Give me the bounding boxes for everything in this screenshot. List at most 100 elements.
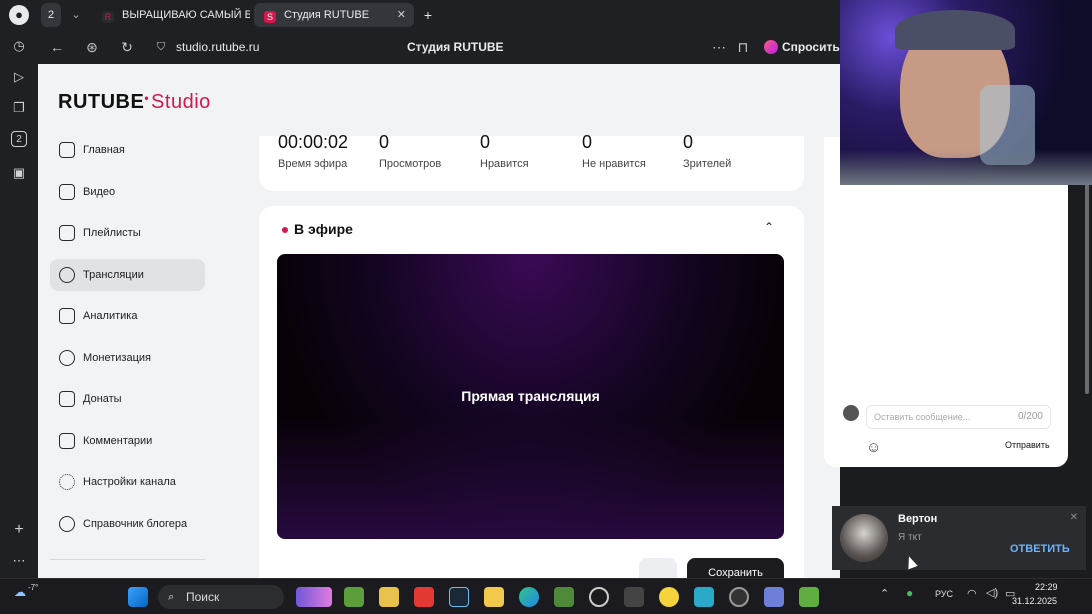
menu-dots-icon[interactable]: ⋯ (710, 38, 728, 56)
stat-label: Нравится (480, 158, 529, 170)
tray-chevron-icon[interactable]: ⌃ (880, 587, 889, 600)
sidebar-item-label: Трансляции (83, 269, 144, 281)
sidebar-item-analytics[interactable]: Аналитика (50, 300, 205, 332)
webcam-shirt (840, 150, 1092, 185)
taskbar-search[interactable]: ⌕ Поиск (158, 585, 284, 609)
chat-input[interactable]: Оставить сообщение... 0/200 (866, 405, 1051, 429)
yandex-icon[interactable] (414, 587, 434, 607)
steam-icon[interactable] (449, 587, 469, 607)
stats-card: 00:00:02 Время эфира 0 Просмотров 0 Нрав… (259, 132, 804, 191)
sidebar-item-comments[interactable]: Комментарии (50, 425, 205, 457)
stat-value: 0 (379, 132, 390, 152)
tab-1[interactable]: R ВЫРАЩИВАЮ САМЫЙ Б (92, 3, 250, 27)
emoji-icon[interactable]: ☺ (866, 439, 881, 456)
widget-icon[interactable] (296, 587, 332, 607)
sidebar-item-broadcasts[interactable]: Трансляции (50, 259, 205, 291)
secondary-action-button[interactable] (639, 558, 677, 578)
sidebar-item-playlists[interactable]: Плейлисты (50, 217, 205, 249)
live-dot-icon (282, 227, 288, 233)
player-glow (277, 419, 784, 539)
ask-button[interactable]: Спросить (764, 38, 840, 56)
studio-favicon-icon: S (264, 11, 276, 23)
sidebar-item-label: Видео (83, 186, 116, 198)
sidebar-item-video[interactable]: Видео (50, 176, 205, 208)
weather-temp: -7° (28, 583, 39, 592)
yandex-browser-icon[interactable] (659, 587, 679, 607)
sidebar-item-label: Настройки канала (83, 476, 176, 488)
avatar (843, 405, 859, 421)
minecraft-icon[interactable] (344, 587, 364, 607)
sidebar-item-label: Плейлисты (83, 227, 141, 239)
vpn-icon[interactable] (694, 587, 714, 607)
ruble-icon (59, 350, 75, 366)
minecraft-icon[interactable] (799, 587, 819, 607)
tab-label: ВЫРАЩИВАЮ САМЫЙ Б (122, 9, 250, 21)
history-icon[interactable]: ◷ (9, 36, 29, 56)
close-icon[interactable]: ✕ (1070, 512, 1078, 523)
stat-label: Просмотров (379, 158, 442, 170)
sidebar-item-home[interactable]: Главная (50, 134, 205, 166)
reload-icon[interactable]: ↻ (118, 38, 136, 56)
notification-toast[interactable]: Вертон Я ткт ✕ ОТВЕТИТЬ (832, 506, 1086, 570)
volume-icon[interactable]: ◁) (986, 586, 998, 599)
save-button[interactable]: Сохранить (687, 558, 784, 578)
app-icon[interactable] (589, 587, 609, 607)
sidebar-item-settings[interactable]: Настройки канала (50, 466, 205, 498)
gear-icon (59, 474, 75, 490)
sidebar-item-donations[interactable]: Донаты (50, 383, 205, 415)
reply-button[interactable]: ОТВЕТИТЬ (1010, 543, 1070, 555)
bookmark-icon[interactable]: ⊓ (734, 38, 752, 56)
app-icon[interactable] (379, 587, 399, 607)
rail-badge-icon[interactable]: 2 (11, 131, 27, 147)
add-icon[interactable]: + (9, 520, 29, 540)
game-icon[interactable] (554, 587, 574, 607)
search-icon: ⌕ (168, 591, 175, 603)
page-title: Студия RUTUBE (407, 40, 504, 54)
sidebar-item-monetization[interactable]: Монетизация (50, 342, 205, 374)
logo-dot-icon: • (144, 91, 150, 105)
taskbar: ☁ -7° ⌕ Поиск ⌃ ● РУС ◠ ◁) ▭ 22:29 31.12.… (0, 578, 1092, 614)
wallet-icon (59, 391, 75, 407)
stat-label: Не нравится (582, 158, 646, 170)
extension-icon[interactable]: ⊛ (83, 38, 101, 56)
avatar (840, 514, 888, 562)
collapse-chevron-icon[interactable]: ⌃ (764, 220, 774, 234)
obs-icon[interactable] (729, 587, 749, 607)
folder-icon[interactable] (484, 587, 504, 607)
sidebar-item-guide[interactable]: Справочник блогера (50, 508, 205, 540)
clock-time[interactable]: 22:29 (1035, 582, 1058, 592)
stat-value: 0 (683, 132, 694, 152)
more-icon[interactable]: ⋯ (9, 551, 29, 571)
collections-icon[interactable]: ❐ (9, 98, 29, 118)
weather-icon[interactable]: ☁ (14, 585, 26, 599)
play-circle-icon[interactable]: ▷ (9, 67, 29, 87)
home-icon (59, 142, 75, 158)
tool-icon[interactable] (624, 587, 644, 607)
chat-app-icon[interactable] (764, 587, 784, 607)
chat-panel: Оставить сообщение... 0/200 ☺ Отправить (824, 137, 1068, 467)
screenshot-icon[interactable]: ▣ (9, 163, 29, 183)
close-tab-icon[interactable]: ✕ (397, 3, 406, 27)
wifi-icon[interactable]: ◠ (967, 587, 977, 600)
chevron-down-icon[interactable]: ⌄ (66, 3, 86, 27)
new-tab-icon[interactable]: + (418, 3, 438, 27)
browser-profile-icon[interactable]: ● (9, 5, 29, 25)
send-button[interactable]: Отправить (1005, 440, 1050, 450)
back-icon[interactable]: ← (48, 38, 66, 56)
tab-count-badge[interactable]: 2 (41, 3, 61, 27)
clock-date[interactable]: 31.12.2025 (1012, 596, 1057, 606)
edge-icon[interactable] (519, 587, 539, 607)
security-icon[interactable]: ⛉ (152, 38, 170, 56)
tab-strip: 2 ⌄ R ВЫРАЩИВАЮ САМЫЙ Б S Студия RUTUBE ✕ … (38, 0, 840, 30)
url-field[interactable]: studio.rutube.ru (176, 40, 259, 54)
sidebar-item-label: Аналитика (83, 310, 138, 322)
live-heading: В эфире (294, 221, 353, 237)
tab-2[interactable]: S Студия RUTUBE ✕ (254, 3, 414, 27)
microphone-icon[interactable]: ● (906, 586, 913, 600)
sidebar-item-label: Монетизация (83, 352, 151, 364)
stream-player[interactable]: Прямая трансляция (277, 254, 784, 539)
language-indicator[interactable]: РУС (935, 589, 953, 599)
logo[interactable]: RUTUBE• Studio (58, 91, 211, 114)
address-bar: ← ⊛ ↻ ⛉ studio.rutube.ru Студия RUTUBE ⋯… (38, 30, 840, 64)
start-icon[interactable] (128, 587, 148, 607)
